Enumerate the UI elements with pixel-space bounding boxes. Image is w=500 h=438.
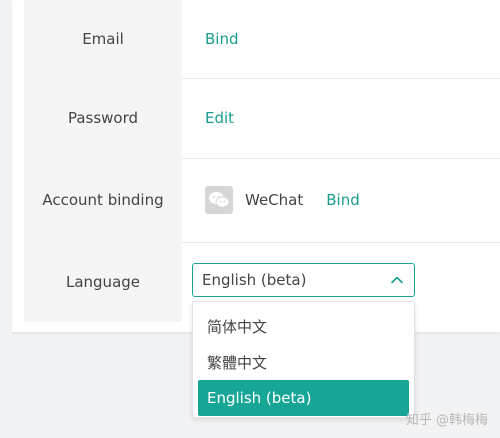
language-option-english[interactable]: English (beta) — [198, 380, 409, 416]
language-option-simplified-chinese[interactable]: 简体中文 — [198, 308, 409, 344]
password-label: Password — [24, 78, 182, 158]
language-select[interactable]: English (beta) — [192, 263, 415, 297]
language-label: Language — [24, 242, 182, 322]
wechat-service-name: WeChat — [245, 191, 304, 209]
wechat-bind-link[interactable]: Bind — [326, 191, 360, 209]
account-binding-label: Account binding — [24, 158, 182, 242]
language-selected-value: English (beta) — [202, 271, 307, 289]
email-value-cell: Bind — [182, 0, 500, 78]
language-dropdown: 简体中文 繁體中文 English (beta) — [192, 301, 415, 418]
password-row: Password Edit — [24, 78, 500, 159]
email-row: Email Bind — [24, 0, 500, 79]
wechat-icon — [205, 186, 233, 214]
account-binding-value-cell: WeChat Bind — [182, 158, 500, 242]
account-binding-row: Account binding WeChat Bind — [24, 158, 500, 243]
watermark: 知乎 @韩梅梅 — [405, 413, 488, 428]
password-value-cell: Edit — [182, 78, 500, 158]
email-label: Email — [24, 0, 182, 78]
email-bind-link[interactable]: Bind — [205, 30, 239, 48]
chevron-up-icon — [390, 273, 404, 287]
password-edit-link[interactable]: Edit — [205, 109, 234, 127]
language-option-traditional-chinese[interactable]: 繁體中文 — [198, 344, 409, 380]
